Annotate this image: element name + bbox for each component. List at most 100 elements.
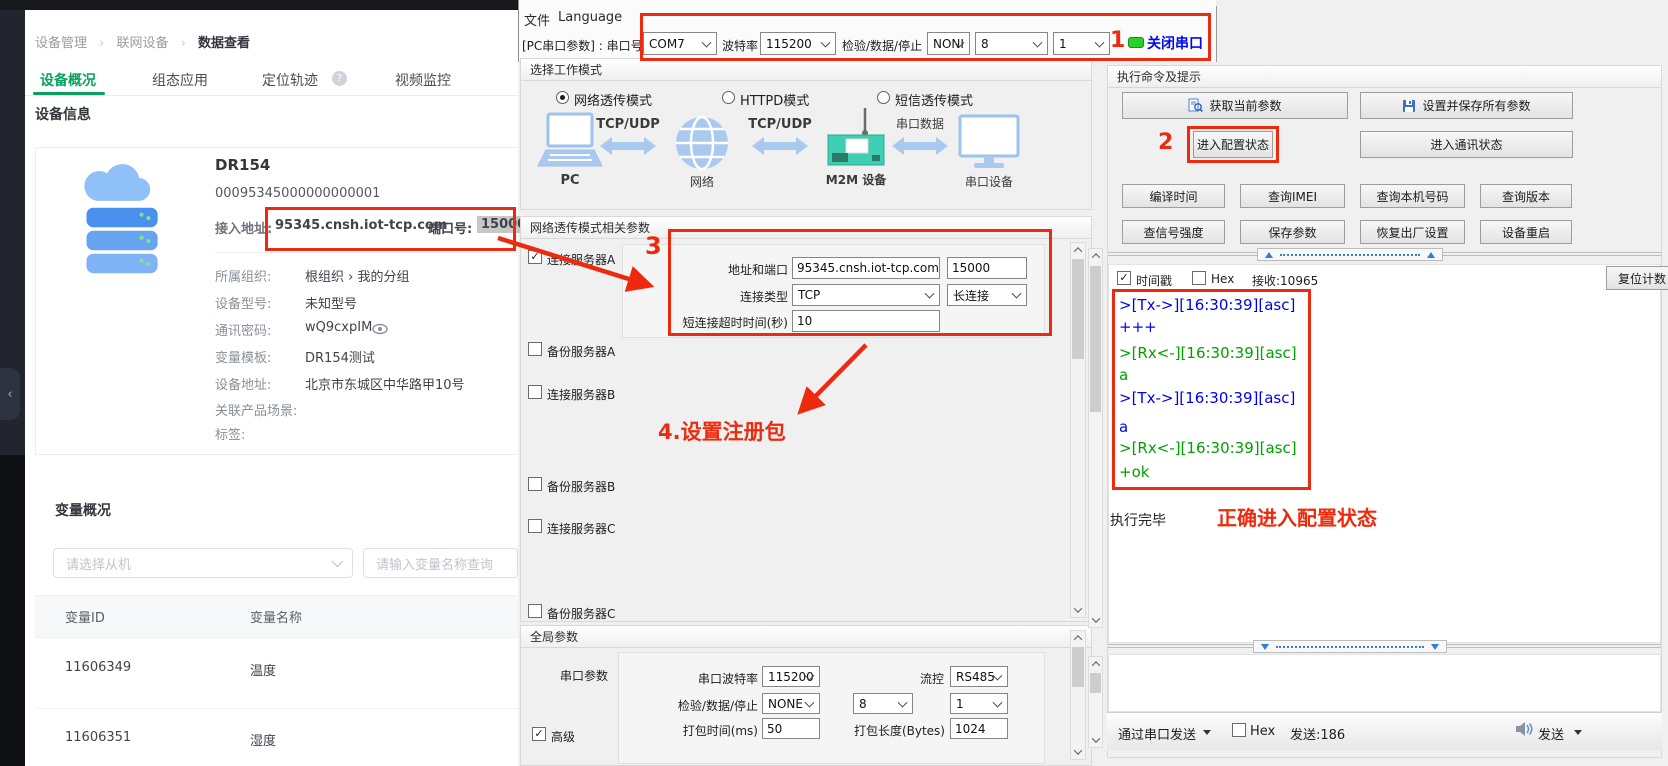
databits-select[interactable]: 8: [975, 32, 1048, 55]
keepalive-select[interactable]: 长连接: [947, 284, 1027, 306]
get-params-button[interactable]: 获取当前参数: [1122, 92, 1348, 119]
breadcrumb-device-mgmt[interactable]: 设备管理: [35, 36, 87, 51]
send-scrollbar[interactable]: [1088, 656, 1103, 748]
scroll-down-icon[interactable]: [1071, 745, 1085, 759]
radio-net-transparent-label[interactable]: 网络透传模式: [574, 90, 652, 109]
save-all-params-button[interactable]: 设置并保存所有参数: [1360, 92, 1573, 119]
query-imei-button[interactable]: 查询IMEI: [1240, 184, 1345, 208]
help-icon[interactable]: ?: [332, 71, 347, 86]
scrollbar-thumb[interactable]: [1090, 673, 1101, 693]
row-divider: [35, 708, 518, 709]
g-stopbits-select[interactable]: 1: [950, 693, 1008, 714]
scrollbar-thumb[interactable]: [1072, 647, 1084, 687]
field-label: 关联产品场景:: [215, 400, 297, 419]
server-c-label[interactable]: 连接服务器C: [547, 520, 615, 537]
globalparams-scrollbar[interactable]: [1070, 630, 1086, 760]
radio-httpd-label[interactable]: HTTPD模式: [740, 90, 809, 109]
radio-net-transparent[interactable]: [556, 91, 569, 104]
backup-server-c-label[interactable]: 备份服务器C: [547, 605, 615, 622]
pack-time-input[interactable]: 50: [762, 718, 820, 739]
slave-select[interactable]: 请选择从机: [53, 548, 353, 578]
advanced-label[interactable]: 高级: [551, 728, 575, 745]
menu-file[interactable]: 文件: [524, 10, 550, 29]
scroll-up-icon[interactable]: [1089, 249, 1102, 263]
splitter-handle[interactable]: [1257, 248, 1443, 261]
stopbits-select[interactable]: 1: [1053, 32, 1110, 55]
device-reboot-button[interactable]: 设备重启: [1480, 220, 1572, 244]
tab-scada-app[interactable]: 组态应用: [152, 70, 208, 90]
scrollbar-thumb[interactable]: [1090, 266, 1101, 412]
tab-device-overview[interactable]: 设备概况: [40, 70, 96, 90]
variable-search-input[interactable]: 请输入变量名称查询: [363, 548, 518, 578]
backup-server-b-label[interactable]: 备份服务器B: [547, 478, 615, 495]
scroll-up-icon[interactable]: [1089, 657, 1102, 671]
timestamp-label[interactable]: 时间戳: [1136, 272, 1172, 289]
server-b-checkbox[interactable]: [528, 385, 542, 399]
radio-sms-transparent-label[interactable]: 短信透传模式: [895, 90, 973, 109]
splitter-handle[interactable]: [1253, 640, 1447, 653]
tab-video-monitor[interactable]: 视频监控: [395, 70, 451, 90]
advanced-checkbox[interactable]: [532, 727, 546, 741]
sidebar-collapse-handle[interactable]: ‹: [0, 368, 20, 420]
reset-counter-button[interactable]: 复位计数: [1606, 266, 1668, 290]
splitter-arrow-icon: [1261, 644, 1269, 654]
g-baud-select[interactable]: 115200: [762, 666, 820, 687]
scroll-down-icon[interactable]: [1089, 613, 1102, 627]
eye-icon[interactable]: [372, 323, 388, 335]
server-a-address-value: 95345.cnsh.iot-tcp.com: [797, 261, 939, 275]
com-port-select[interactable]: COM7: [643, 32, 717, 55]
breadcrumb-networked-devices[interactable]: 联网设备: [117, 36, 169, 51]
short-conn-timeout-input[interactable]: 10: [792, 310, 940, 332]
compile-time-button[interactable]: 编译时间: [1122, 184, 1225, 208]
scroll-up-icon[interactable]: [1071, 243, 1085, 257]
pack-len-input[interactable]: 1024: [950, 718, 1008, 739]
com-port-value: COM7: [649, 37, 685, 51]
query-version-button[interactable]: 查询版本: [1480, 184, 1572, 208]
flow-select[interactable]: RS485: [950, 666, 1008, 687]
recv-hex-checkbox[interactable]: [1192, 271, 1206, 285]
recv-hex-label[interactable]: Hex: [1211, 272, 1234, 286]
backup-server-c-checkbox[interactable]: [528, 604, 542, 618]
timestamp-checkbox[interactable]: [1117, 271, 1131, 285]
radio-sms-transparent[interactable]: [877, 91, 890, 104]
enter-comm-button[interactable]: 进入通讯状态: [1360, 131, 1573, 158]
server-b-label[interactable]: 连接服务器B: [547, 386, 615, 403]
device-serial: 00095345000000000001: [215, 186, 380, 201]
backup-server-a-checkbox[interactable]: [528, 342, 542, 356]
query-signal-button[interactable]: 查信号强度: [1122, 220, 1225, 244]
query-phone-button[interactable]: 查询本机号码: [1360, 184, 1465, 208]
field-label: 所属组织:: [215, 266, 271, 285]
server-c-checkbox[interactable]: [528, 519, 542, 533]
baud-select[interactable]: 115200: [760, 32, 836, 55]
backup-server-a-label[interactable]: 备份服务器A: [547, 343, 615, 360]
menu-language[interactable]: Language: [558, 10, 622, 25]
close-serial-link[interactable]: 关闭串口: [1147, 33, 1203, 53]
server-a-checkbox[interactable]: [528, 250, 542, 264]
breadcrumb-data-view: 数据查看: [198, 36, 250, 51]
scrollbar-thumb[interactable]: [1072, 259, 1084, 359]
server-a-port-input[interactable]: 15000: [947, 257, 1027, 279]
parity-select[interactable]: NONI: [927, 32, 970, 55]
factory-reset-button[interactable]: 恢复出厂设置: [1360, 220, 1465, 244]
send-hex-checkbox[interactable]: [1232, 723, 1246, 737]
send-button[interactable]: 发送: [1538, 724, 1564, 743]
enter-config-button[interactable]: 进入配置状态: [1193, 131, 1273, 158]
conn-type-select[interactable]: TCP: [792, 284, 940, 306]
scroll-down-icon[interactable]: [1071, 603, 1085, 617]
send-hex-label[interactable]: Hex: [1250, 724, 1275, 739]
backup-server-b-checkbox[interactable]: [528, 477, 542, 491]
g-parity-value: NONE: [768, 697, 803, 711]
pack-time-label: 打包时间(ms): [638, 722, 758, 739]
g-databits-select[interactable]: 8: [853, 693, 913, 714]
radio-httpd[interactable]: [722, 91, 735, 104]
save-params-button[interactable]: 保存参数: [1240, 220, 1345, 244]
server-a-address-input[interactable]: 95345.cnsh.iot-tcp.com: [792, 257, 940, 279]
send-via-serial-dropdown[interactable]: 通过串口发送: [1118, 724, 1196, 743]
netparams-scrollbar[interactable]: [1070, 242, 1086, 618]
scroll-up-icon[interactable]: [1071, 631, 1085, 645]
scroll-down-icon[interactable]: [1089, 733, 1102, 747]
g-parity-select[interactable]: NONE: [762, 693, 820, 714]
log-scrollbar[interactable]: [1088, 248, 1103, 628]
tab-location-track[interactable]: 定位轨迹: [262, 70, 318, 90]
send-input-area[interactable]: [1108, 654, 1661, 712]
